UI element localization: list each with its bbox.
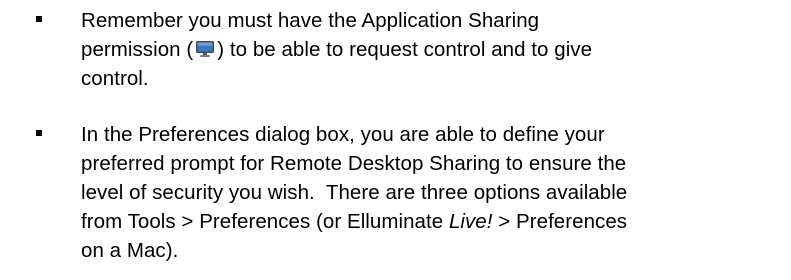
text-line: permission ( ) to be able to request con…	[81, 35, 781, 64]
text-line: Remember you must have the Application S…	[81, 9, 540, 32]
text-line: In the Preferences dialog box, you are a…	[81, 123, 605, 146]
text-line: preferred prompt for Remote Desktop Shar…	[81, 152, 627, 175]
text-fragment: > Preferences	[492, 210, 628, 233]
text-fragment-italic: Live!	[448, 210, 493, 233]
document-page: Remember you must have the Application S…	[0, 0, 791, 280]
text-fragment: from Tools > Preferences (or Elluminate	[81, 210, 449, 233]
text-fragment: ) to be able to request control and to g…	[217, 38, 593, 61]
text-line: on a Mac).	[81, 239, 179, 262]
text-line: from Tools > Preferences (or Elluminate …	[81, 207, 781, 236]
bullet-text: Remember you must have the Application S…	[81, 6, 781, 93]
bullet-text: In the Preferences dialog box, you are a…	[81, 120, 781, 265]
text-fragment: permission (	[81, 38, 194, 61]
bullet-square	[36, 130, 42, 136]
text-line: level of security you wish. There are th…	[81, 181, 628, 204]
application-sharing-monitor-icon	[195, 40, 215, 58]
text-line: control.	[81, 67, 149, 90]
bullet-square	[36, 16, 42, 22]
